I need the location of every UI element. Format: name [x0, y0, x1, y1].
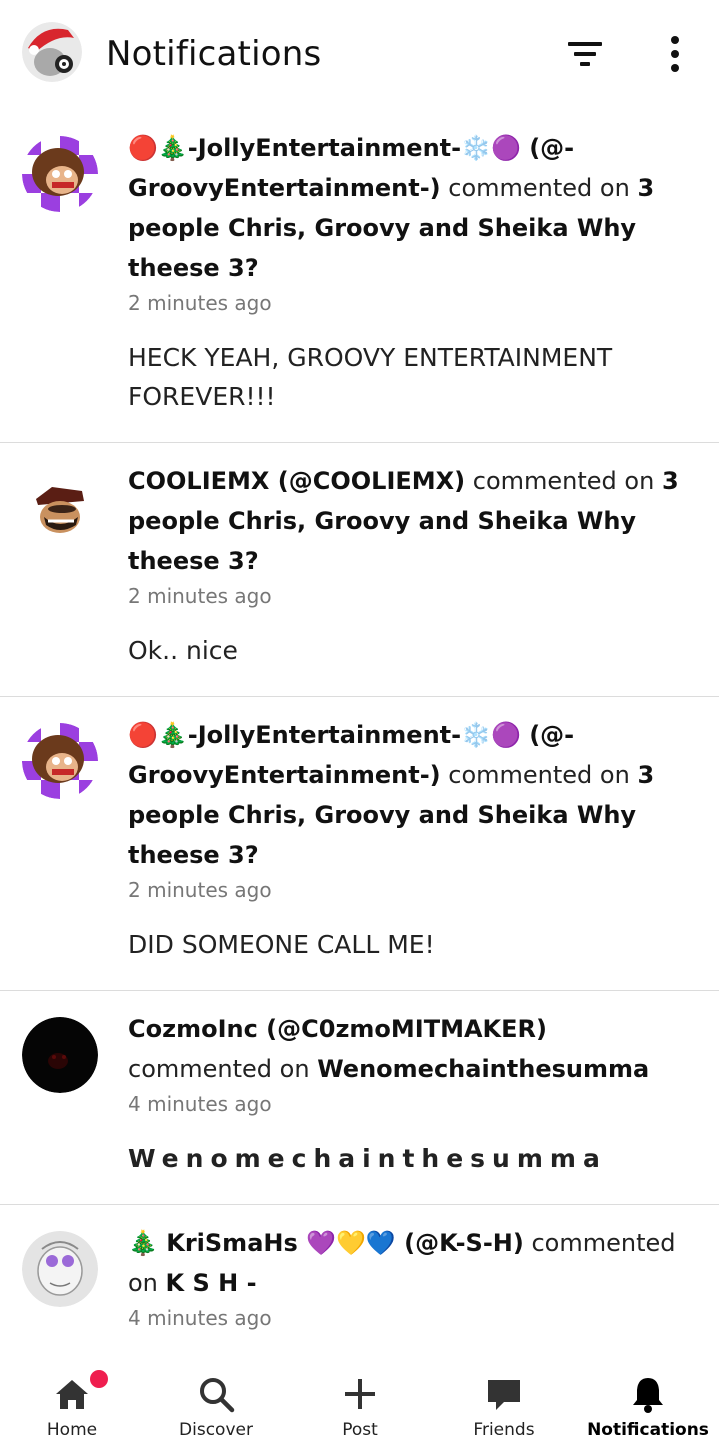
user-name[interactable]: COOLIEMX (@COOLIEMX): [128, 467, 465, 495]
user-avatar[interactable]: [22, 469, 98, 545]
user-avatar[interactable]: [22, 723, 98, 799]
notification-item[interactable]: 🔴🎄-JollyEntertainment-❄️🟣 (@-GroovyEnter…: [0, 110, 719, 443]
post-title-link[interactable]: Wenomechainthesumma: [317, 1055, 649, 1083]
more-vertical-icon: [671, 36, 679, 72]
comment-text: HECK YEAH, GROOVY ENTERTAINMENT FOREVER!…: [128, 343, 613, 411]
bottom-navigation: Home Discover Post Friends Notifications: [0, 1358, 719, 1453]
notification-item[interactable]: 🔴🎄-JollyEntertainment-❄️🟣 (@-GroovyEnter…: [0, 697, 719, 991]
timestamp: 2 minutes ago: [128, 584, 272, 608]
notification-item[interactable]: COOLIEMX (@COOLIEMX) commented on 3 peop…: [0, 443, 719, 697]
home-icon: [56, 1380, 88, 1409]
plus-icon: [345, 1379, 375, 1409]
top-bar: Notifications: [0, 0, 719, 110]
nav-discover[interactable]: Discover: [144, 1358, 288, 1453]
comment-text: Ok.. nice: [128, 636, 238, 665]
comment-text: DID SOMEONE CALL ME!: [128, 930, 435, 959]
notification-item[interactable]: 🎄 KriSmaHs 💜💛💙 (@K-S-H) commented on K S…: [0, 1205, 719, 1353]
notification-text: CozmoInc (@C0zmoMITMAKER) commented on W…: [128, 1015, 650, 1083]
nav-home[interactable]: Home: [0, 1358, 144, 1453]
filter-button[interactable]: [565, 36, 605, 72]
home-notification-badge: [90, 1370, 108, 1388]
notification-list: 🔴🎄-JollyEntertainment-❄️🟣 (@-GroovyEnter…: [0, 110, 719, 1353]
timestamp: 2 minutes ago: [128, 878, 272, 902]
filter-icon: [568, 42, 602, 66]
user-name[interactable]: CozmoInc (@C0zmoMITMAKER): [128, 1015, 547, 1043]
timestamp: 4 minutes ago: [128, 1306, 272, 1330]
timestamp: 4 minutes ago: [128, 1092, 272, 1116]
nav-notifications[interactable]: Notifications: [576, 1358, 719, 1453]
profile-avatar[interactable]: [22, 22, 82, 82]
comment-text: Wenomechainthesumma: [128, 1144, 607, 1173]
user-avatar[interactable]: [22, 1017, 98, 1093]
user-avatar[interactable]: [22, 136, 98, 212]
timestamp: 2 minutes ago: [128, 291, 272, 315]
chat-bubble-icon: [488, 1380, 520, 1410]
page-title: Notifications: [106, 34, 322, 74]
notification-text: 🔴🎄-JollyEntertainment-❄️🟣 (@-GroovyEnter…: [128, 721, 655, 869]
notification-text: COOLIEMX (@COOLIEMX) commented on 3 peop…: [128, 467, 679, 575]
notification-item[interactable]: CozmoInc (@C0zmoMITMAKER) commented on W…: [0, 991, 719, 1205]
nav-post[interactable]: Post: [288, 1358, 432, 1453]
post-title-link[interactable]: K S H -: [166, 1269, 257, 1297]
search-icon: [200, 1378, 235, 1413]
notification-text: 🎄 KriSmaHs 💜💛💙 (@K-S-H) commented on K S…: [128, 1229, 676, 1297]
more-options-button[interactable]: [658, 34, 692, 74]
notification-text: 🔴🎄-JollyEntertainment-❄️🟣 (@-GroovyEnter…: [128, 134, 655, 282]
user-name[interactable]: 🎄 KriSmaHs 💜💛💙 (@K-S-H): [128, 1229, 524, 1257]
bell-icon: [633, 1378, 663, 1413]
nav-friends[interactable]: Friends: [432, 1358, 576, 1453]
user-avatar[interactable]: [22, 1231, 98, 1307]
